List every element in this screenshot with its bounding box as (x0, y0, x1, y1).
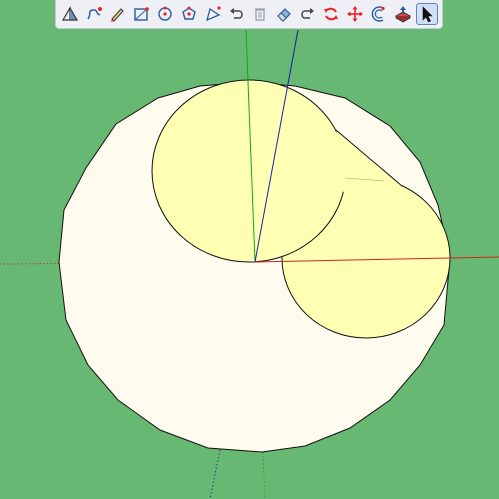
push-pull-icon (394, 6, 411, 23)
eraser-tool[interactable] (273, 3, 295, 25)
arc-icon (205, 6, 221, 22)
offset-icon (371, 6, 385, 22)
section-plane-icon (61, 5, 78, 21)
circle-icon (158, 6, 172, 21)
circle-tool[interactable] (154, 3, 176, 25)
redo-tool[interactable] (297, 3, 319, 25)
viewport-canvas[interactable] (0, 0, 499, 499)
pencil-icon (111, 8, 125, 22)
undo-icon (230, 8, 244, 19)
polygon-icon (181, 6, 196, 20)
arc-tool[interactable] (202, 3, 224, 25)
push-pull-tool[interactable] (392, 3, 414, 25)
rectangle-tool[interactable] (130, 3, 152, 25)
select-arrow-icon (422, 6, 433, 23)
freehand-icon (87, 7, 102, 20)
undo-tool[interactable] (225, 3, 247, 25)
select-tool[interactable] (415, 3, 438, 25)
rectangle-icon (134, 7, 150, 21)
redo-icon (300, 8, 314, 19)
toolbar (55, 0, 443, 29)
app-window (0, 0, 499, 499)
polygon-tool[interactable] (178, 3, 200, 25)
rotate-icon (324, 7, 339, 21)
move-icon (347, 6, 364, 22)
section-plane-tool[interactable] (59, 3, 81, 25)
offset-tool[interactable] (368, 3, 390, 25)
freehand-tool[interactable] (83, 3, 105, 25)
move-tool[interactable] (344, 3, 366, 25)
pencil-tool[interactable] (106, 3, 128, 25)
delete-tool[interactable] (249, 3, 271, 25)
eraser-icon (277, 8, 291, 22)
trash-icon (255, 8, 266, 21)
rotate-tool[interactable] (320, 3, 342, 25)
